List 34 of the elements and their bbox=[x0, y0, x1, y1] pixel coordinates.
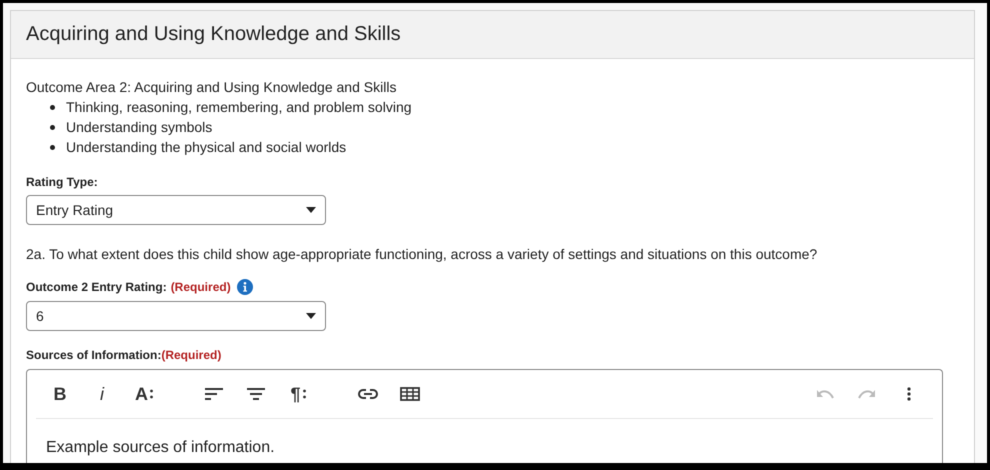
caret-icon bbox=[306, 313, 316, 319]
more-icon bbox=[907, 387, 911, 401]
outcome-item: Understanding the physical and social worlds bbox=[66, 138, 346, 157]
info-icon[interactable] bbox=[236, 279, 253, 295]
bullet-icon bbox=[50, 124, 55, 130]
italic-button[interactable]: i bbox=[84, 378, 120, 410]
question-text: 2a. To what extent does this child show age-appropriate functioning, across a variety of settings and situations on this outcome? bbox=[26, 245, 818, 263]
bold-button[interactable]: B bbox=[42, 378, 78, 410]
field-label: Outcome 2 Entry Rating: bbox=[26, 280, 167, 294]
paragraph-button[interactable]: ¶ bbox=[280, 378, 316, 410]
bullet-icon bbox=[50, 144, 55, 150]
bullet-icon bbox=[50, 104, 55, 110]
align-center-icon bbox=[247, 388, 265, 400]
required-text: (Required) bbox=[170, 280, 231, 294]
rich-text-editor[interactable]: B i A ¶ Example sources of information. bbox=[26, 369, 943, 463]
link-icon bbox=[358, 389, 378, 399]
dots-icon bbox=[302, 389, 306, 399]
outcome-rating-select[interactable]: 6 bbox=[26, 301, 326, 331]
outcome-item: Thinking, reasoning, remembering, and problem solving bbox=[66, 98, 412, 117]
table-icon bbox=[400, 387, 420, 401]
outcome-heading: Outcome Area 2: Acquiring and Using Knowledge and Skills bbox=[26, 78, 398, 97]
redo-icon bbox=[858, 389, 876, 399]
field-label: Sources of Information: bbox=[26, 348, 162, 362]
undo-icon bbox=[816, 389, 834, 399]
required-text: (Required) bbox=[161, 348, 222, 362]
panel-title: Acquiring and Using Knowledge and Skills bbox=[26, 23, 401, 46]
editor-text: Example sources of information. bbox=[45, 438, 276, 458]
font-size-button[interactable]: A bbox=[126, 378, 162, 410]
outcome-item: Understanding symbols bbox=[66, 118, 212, 137]
field-label: Rating Type: bbox=[26, 175, 99, 189]
rating-type-select[interactable]: Entry Rating bbox=[26, 195, 326, 225]
caret-icon bbox=[306, 207, 316, 213]
align-left-icon bbox=[205, 388, 223, 400]
dots-icon bbox=[150, 389, 153, 399]
